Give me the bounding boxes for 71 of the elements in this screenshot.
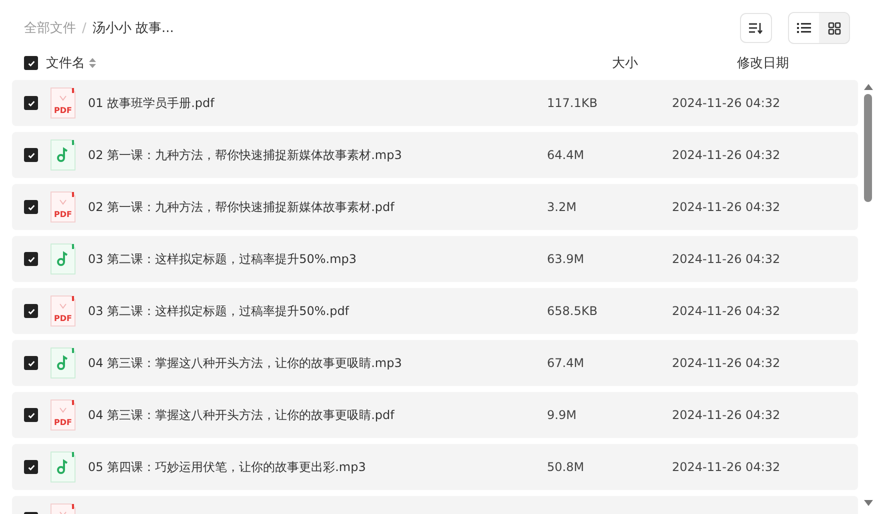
file-row[interactable]: 03 第二课：这样拟定标题，过稿率提升50%.mp3 63.9M 2024-11-26 04:32 [12, 236, 858, 282]
file-name: 02 第一课：九种方法，帮你快速捕捉新媒体故事素材.pdf [88, 198, 394, 216]
column-header[interactable]: 修改日期 [737, 54, 789, 72]
check-icon [26, 202, 36, 212]
check-icon [26, 306, 36, 316]
file-name: 01 故事班学员手册.pdf [88, 94, 214, 112]
file-size: 3.2M [547, 200, 578, 214]
file-name: 02 第一课：九种方法，帮你快速捕捉新媒体故事素材.mp3 [88, 146, 402, 164]
grid-view-icon [828, 22, 840, 34]
file-row[interactable]: PDF 01 故事班学员手册.pdf 117.1KB 2024-11-26 04:32 [12, 80, 858, 126]
file-size: 67.4M [547, 356, 586, 370]
pdf-file-icon: PDF [50, 191, 76, 223]
audio-file-icon [50, 451, 76, 483]
scroll-up-icon[interactable] [864, 84, 872, 90]
file-name: 03 第二课：这样拟定标题，过稿率提升50%.mp3 [88, 250, 357, 268]
scroll-down-icon[interactable] [864, 500, 872, 506]
modified-date: 2024-11-26 04:32 [672, 148, 780, 162]
file-size: 9.9M [547, 408, 578, 422]
row-checkbox[interactable] [24, 252, 38, 266]
modified-date: 2024-11-26 04:32 [672, 460, 780, 474]
modified-date: 2024-11-26 04:32 [672, 200, 780, 214]
modified-date: 2024-11-26 04:32 [672, 408, 780, 422]
file-size: 658.5KB [547, 304, 598, 318]
pdf-file-icon: PDF [50, 399, 76, 431]
check-icon [26, 58, 36, 68]
file-row[interactable]: 04 第三课：掌握这八种开头方法，让你的故事更吸睛.mp3 67.4M 2024-11-26 04:32 [12, 340, 858, 386]
modified-date: 2024-11-26 04:32 [672, 304, 780, 318]
modified-date: 2024-11-26 04:32 [672, 356, 780, 370]
scrollbar-thumb[interactable] [864, 94, 872, 202]
file-size: 63.9M [547, 252, 586, 266]
audio-file-icon [50, 243, 76, 275]
check-icon [26, 254, 36, 264]
file-row[interactable]: 02 第一课：九种方法，帮你快速捕捉新媒体故事素材.mp3 64.4M 2024-11-26 04:32 [12, 132, 858, 178]
row-checkbox[interactable] [24, 304, 38, 318]
file-size: 50.8M [547, 460, 586, 474]
file-name: 03 第二课：这样拟定标题，过稿率提升50%.pdf [88, 302, 350, 320]
breadcrumb-item: 汤小小 故事... [92, 20, 174, 37]
file-row[interactable]: PDF 04 第三课：掌握这八种开头方法，让你的故事更吸睛.pdf 9.9M 2024-11-26 04:32 [12, 392, 858, 438]
modified-date: 2024-11-26 04:32 [672, 96, 780, 110]
row-checkbox[interactable] [24, 148, 38, 162]
check-icon [26, 358, 36, 368]
row-checkbox[interactable] [24, 408, 38, 422]
modified-date: 2024-11-26 04:32 [672, 252, 780, 266]
check-icon [26, 98, 36, 108]
column-header[interactable]: 大小 [612, 54, 638, 72]
file-size: 117.1KB [547, 96, 598, 110]
pdf-file-icon: PDF [50, 295, 76, 327]
audio-file-icon [50, 347, 76, 379]
row-checkbox[interactable] [24, 356, 38, 370]
breadcrumb-separator: / [82, 20, 86, 36]
row-checkbox[interactable] [24, 96, 38, 110]
row-checkbox[interactable] [24, 200, 38, 214]
check-icon [26, 410, 36, 420]
sort-button[interactable] [740, 13, 772, 43]
list-view-icon [797, 22, 811, 34]
check-icon [26, 150, 36, 160]
row-checkbox[interactable] [24, 460, 38, 474]
check-icon [26, 462, 36, 472]
sort-icon [749, 22, 763, 34]
file-size: 64.4M [547, 148, 586, 162]
column-header[interactable]: 文件名 [46, 54, 85, 72]
pdf-file-icon: PDF [50, 87, 76, 119]
file-name: 04 第三课：掌握这八种开头方法，让你的故事更吸睛.pdf [88, 406, 394, 424]
file-row[interactable]: PDF 03 第二课：这样拟定标题，过稿率提升50%.pdf 658.5KB 2024-11-26 04:32 [12, 288, 858, 334]
audio-file-icon [50, 139, 76, 171]
file-name: 04 第三课：掌握这八种开头方法，让你的故事更吸睛.mp3 [88, 354, 402, 372]
file-row[interactable]: PDF 02 第一课：九种方法，帮你快速捕捉新媒体故事素材.pdf 3.2M 2024-11-26 04:32 [12, 184, 858, 230]
file-row[interactable]: 05 第四课：巧妙运用伏笔，让你的故事更出彩.mp3 50.8M 2024-11-26 04:32 [12, 444, 858, 490]
file-name: 05 第四课：巧妙运用伏笔，让你的故事更出彩.mp3 [88, 458, 366, 476]
view-mode-button[interactable] [789, 13, 819, 43]
select-all-checkbox[interactable] [24, 56, 38, 70]
